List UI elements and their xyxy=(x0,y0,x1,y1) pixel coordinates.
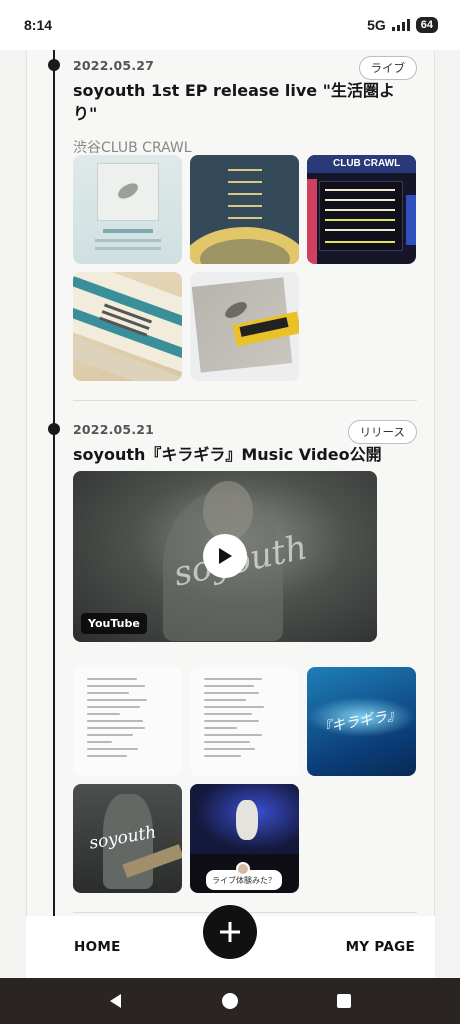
tag-badge[interactable]: リリース xyxy=(347,420,417,444)
youtube-video-player[interactable]: soyouth YouTube xyxy=(73,471,377,642)
ticket-image[interactable] xyxy=(73,272,182,381)
club-crawl-board-image[interactable]: CLUB CRAWL xyxy=(307,155,416,264)
live-photo-image[interactable]: ライブ体験みた？ xyxy=(190,784,299,893)
battery-icon: 64 xyxy=(415,17,438,33)
recent-apps-icon[interactable] xyxy=(336,993,352,1009)
flyer-image[interactable] xyxy=(73,155,182,264)
entry-divider xyxy=(73,400,417,401)
system-navigation-bar xyxy=(0,978,460,1024)
timeline-line xyxy=(53,50,55,916)
entry-title: soyouth『キラギラ』Music Video公開 xyxy=(73,445,382,464)
status-bar: 8:14 5G 64 xyxy=(0,0,460,50)
tag-badge[interactable]: ライブ xyxy=(358,56,417,80)
ep-cd-image[interactable] xyxy=(190,272,299,381)
clock: 8:14 xyxy=(24,17,53,33)
youtube-badge: YouTube xyxy=(81,613,147,634)
play-icon[interactable] xyxy=(203,534,247,578)
home-circle-icon[interactable] xyxy=(221,992,239,1010)
plus-icon xyxy=(220,922,240,942)
timeline-entry-release[interactable]: 2022.05.21 リリース soyouth『キラギラ』Music Video… xyxy=(73,420,417,466)
lyrics-image-2[interactable] xyxy=(190,667,299,776)
back-icon[interactable] xyxy=(108,993,124,1009)
lineup-image[interactable] xyxy=(190,155,299,264)
kiragira-blue-image[interactable]: 『キラギラ』 xyxy=(307,667,416,776)
timeline-entry-live[interactable]: 2022.05.27 ライブ soyouth 1st EP release li… xyxy=(73,56,417,157)
signal-icon xyxy=(391,19,410,31)
lyrics-image-1[interactable] xyxy=(73,667,182,776)
entry-title: soyouth 1st EP release live "生活圏より" xyxy=(73,81,396,123)
status-icons: 5G 64 xyxy=(367,17,438,33)
band-photo-image[interactable]: soyouth xyxy=(73,784,182,893)
nav-mypage-link[interactable]: MY PAGE xyxy=(346,939,415,955)
timeline-dot xyxy=(48,59,60,71)
timeline-feed[interactable]: 2022.05.27 ライブ soyouth 1st EP release li… xyxy=(26,50,435,916)
add-post-button[interactable] xyxy=(203,905,257,959)
entry-venue: 渋谷CLUB CRAWL xyxy=(73,140,192,156)
nav-home-link[interactable]: HOME xyxy=(74,939,121,955)
timeline-dot xyxy=(48,423,60,435)
network-label: 5G xyxy=(367,17,386,33)
